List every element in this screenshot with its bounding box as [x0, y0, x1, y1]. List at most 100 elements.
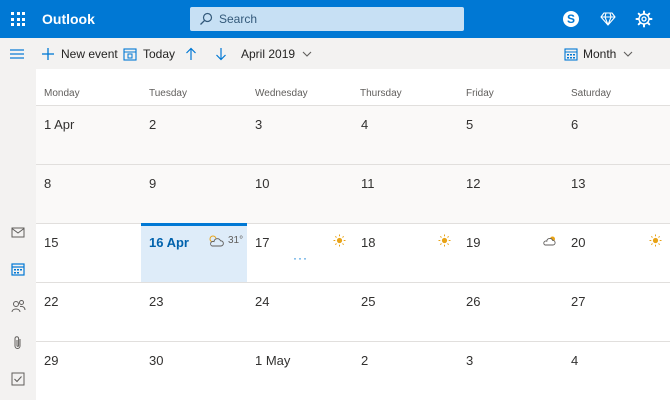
- week-row: 8 9 10 11 12 13: [36, 164, 670, 223]
- day-cell[interactable]: 30: [141, 342, 247, 400]
- day-number: 10: [255, 176, 270, 191]
- today-label: Today: [143, 46, 176, 61]
- period-picker-button[interactable]: April 2019: [241, 38, 312, 69]
- next-period-button[interactable]: [215, 38, 227, 69]
- day-cell[interactable]: 12: [458, 165, 563, 223]
- day-number: 27: [571, 294, 586, 309]
- day-number: 2: [149, 117, 157, 132]
- day-cell[interactable]: 11: [353, 165, 458, 223]
- day-cell[interactable]: 4: [563, 342, 670, 400]
- day-cell[interactable]: 3: [247, 106, 353, 164]
- weekday-label: Wednesday: [255, 88, 308, 99]
- day-cell[interactable]: 25: [353, 283, 458, 341]
- week-row: 22 23 24 25 26 27: [36, 282, 670, 341]
- app-launcher-icon[interactable]: [9, 10, 27, 28]
- day-cell[interactable]: 29: [36, 342, 141, 400]
- day-number: 9: [149, 176, 157, 191]
- day-cell[interactable]: 3: [458, 342, 563, 400]
- day-number: 15: [44, 235, 59, 250]
- command-bar: New event Today April 2019 Month: [0, 38, 670, 69]
- day-cell[interactable]: 9: [141, 165, 247, 223]
- week-row: 1 Apr 2 3 4 5 6: [36, 105, 670, 164]
- day-number: 4: [571, 353, 579, 368]
- day-number: 20: [571, 235, 586, 250]
- day-cell[interactable]: 2: [141, 106, 247, 164]
- view-switcher-button[interactable]: Month: [564, 38, 633, 69]
- new-event-button[interactable]: New event: [41, 38, 118, 69]
- day-cell[interactable]: 8: [36, 165, 141, 223]
- sunny-icon: [438, 234, 451, 247]
- weekday-label: Friday: [466, 88, 494, 99]
- skype-icon[interactable]: S: [561, 9, 581, 29]
- day-cell[interactable]: 13: [563, 165, 670, 223]
- day-number: 13: [571, 176, 586, 191]
- premium-diamond-icon[interactable]: [598, 9, 618, 29]
- search-box[interactable]: Search: [190, 7, 464, 31]
- calendar-icon[interactable]: [9, 260, 27, 278]
- day-cell[interactable]: 20: [563, 224, 670, 282]
- mail-icon[interactable]: [9, 223, 27, 241]
- day-number: 11: [361, 176, 375, 191]
- day-cell[interactable]: 23: [141, 283, 247, 341]
- more-events-indicator[interactable]: ···: [293, 251, 308, 265]
- top-bar: Outlook Search S: [0, 0, 670, 38]
- day-cell[interactable]: 17 ···: [247, 224, 353, 282]
- day-cell[interactable]: 1 May: [247, 342, 353, 400]
- sunny-icon: [649, 234, 662, 247]
- weekday-header: Monday Tuesday Wednesday Thursday Friday…: [36, 69, 670, 105]
- day-number: 4: [361, 117, 369, 132]
- svg-text:S: S: [567, 12, 575, 26]
- week-row: 15 16 Apr 31° 17 ··· 18 19 20: [36, 223, 670, 282]
- day-number: 1 May: [255, 353, 291, 368]
- day-cell[interactable]: 4: [353, 106, 458, 164]
- day-cell[interactable]: 5: [458, 106, 563, 164]
- cloudy-sun-icon: [543, 234, 558, 247]
- day-number: 8: [44, 176, 52, 191]
- day-cell[interactable]: 26: [458, 283, 563, 341]
- day-cell[interactable]: 6: [563, 106, 670, 164]
- arrow-down-icon: [216, 47, 226, 60]
- today-cell[interactable]: 16 Apr 31°: [141, 223, 247, 282]
- navigation-toggle-icon[interactable]: [9, 38, 25, 69]
- search-icon: [200, 12, 213, 25]
- day-cell[interactable]: 24: [247, 283, 353, 341]
- plus-icon: [42, 47, 54, 60]
- partly-cloudy-icon: [209, 235, 224, 247]
- day-number: 19: [466, 235, 481, 250]
- new-event-label: New event: [61, 46, 118, 61]
- day-number: 26: [466, 294, 481, 309]
- day-number: 17: [255, 235, 270, 250]
- day-cell[interactable]: 19: [458, 224, 563, 282]
- day-number: 6: [571, 117, 579, 132]
- attachment-icon[interactable]: [9, 333, 27, 351]
- people-icon[interactable]: [9, 297, 27, 315]
- today-button[interactable]: Today: [123, 38, 175, 69]
- day-number: 25: [361, 294, 376, 309]
- today-weather: 31°: [207, 234, 243, 247]
- day-cell[interactable]: 10: [247, 165, 353, 223]
- day-number: 23: [149, 294, 164, 309]
- day-cell[interactable]: 15: [36, 224, 141, 282]
- settings-gear-icon[interactable]: [634, 9, 654, 29]
- app-title[interactable]: Outlook: [42, 11, 95, 27]
- day-cell[interactable]: 2: [353, 342, 458, 400]
- previous-period-button[interactable]: [185, 38, 197, 69]
- weekday-label: Monday: [44, 88, 80, 99]
- day-number: 30: [149, 353, 164, 368]
- week-row: 29 30 1 May 2 3 4: [36, 341, 670, 400]
- today-day-number: 16 Apr: [149, 235, 189, 250]
- arrow-up-icon: [186, 47, 196, 60]
- day-cell[interactable]: 18: [353, 224, 458, 282]
- day-number: 2: [361, 353, 369, 368]
- todo-icon[interactable]: [9, 370, 27, 388]
- month-calendar: Monday Tuesday Wednesday Thursday Friday…: [36, 69, 670, 400]
- day-cell[interactable]: 22: [36, 283, 141, 341]
- today-temperature: 31°: [228, 235, 244, 246]
- search-input[interactable]: Search: [219, 12, 257, 26]
- weekday-label: Saturday: [571, 88, 612, 99]
- day-number: 3: [466, 353, 474, 368]
- day-number: 24: [255, 294, 270, 309]
- day-cell[interactable]: 1 Apr: [36, 106, 141, 164]
- day-cell[interactable]: 27: [563, 283, 670, 341]
- day-number: 5: [466, 117, 474, 132]
